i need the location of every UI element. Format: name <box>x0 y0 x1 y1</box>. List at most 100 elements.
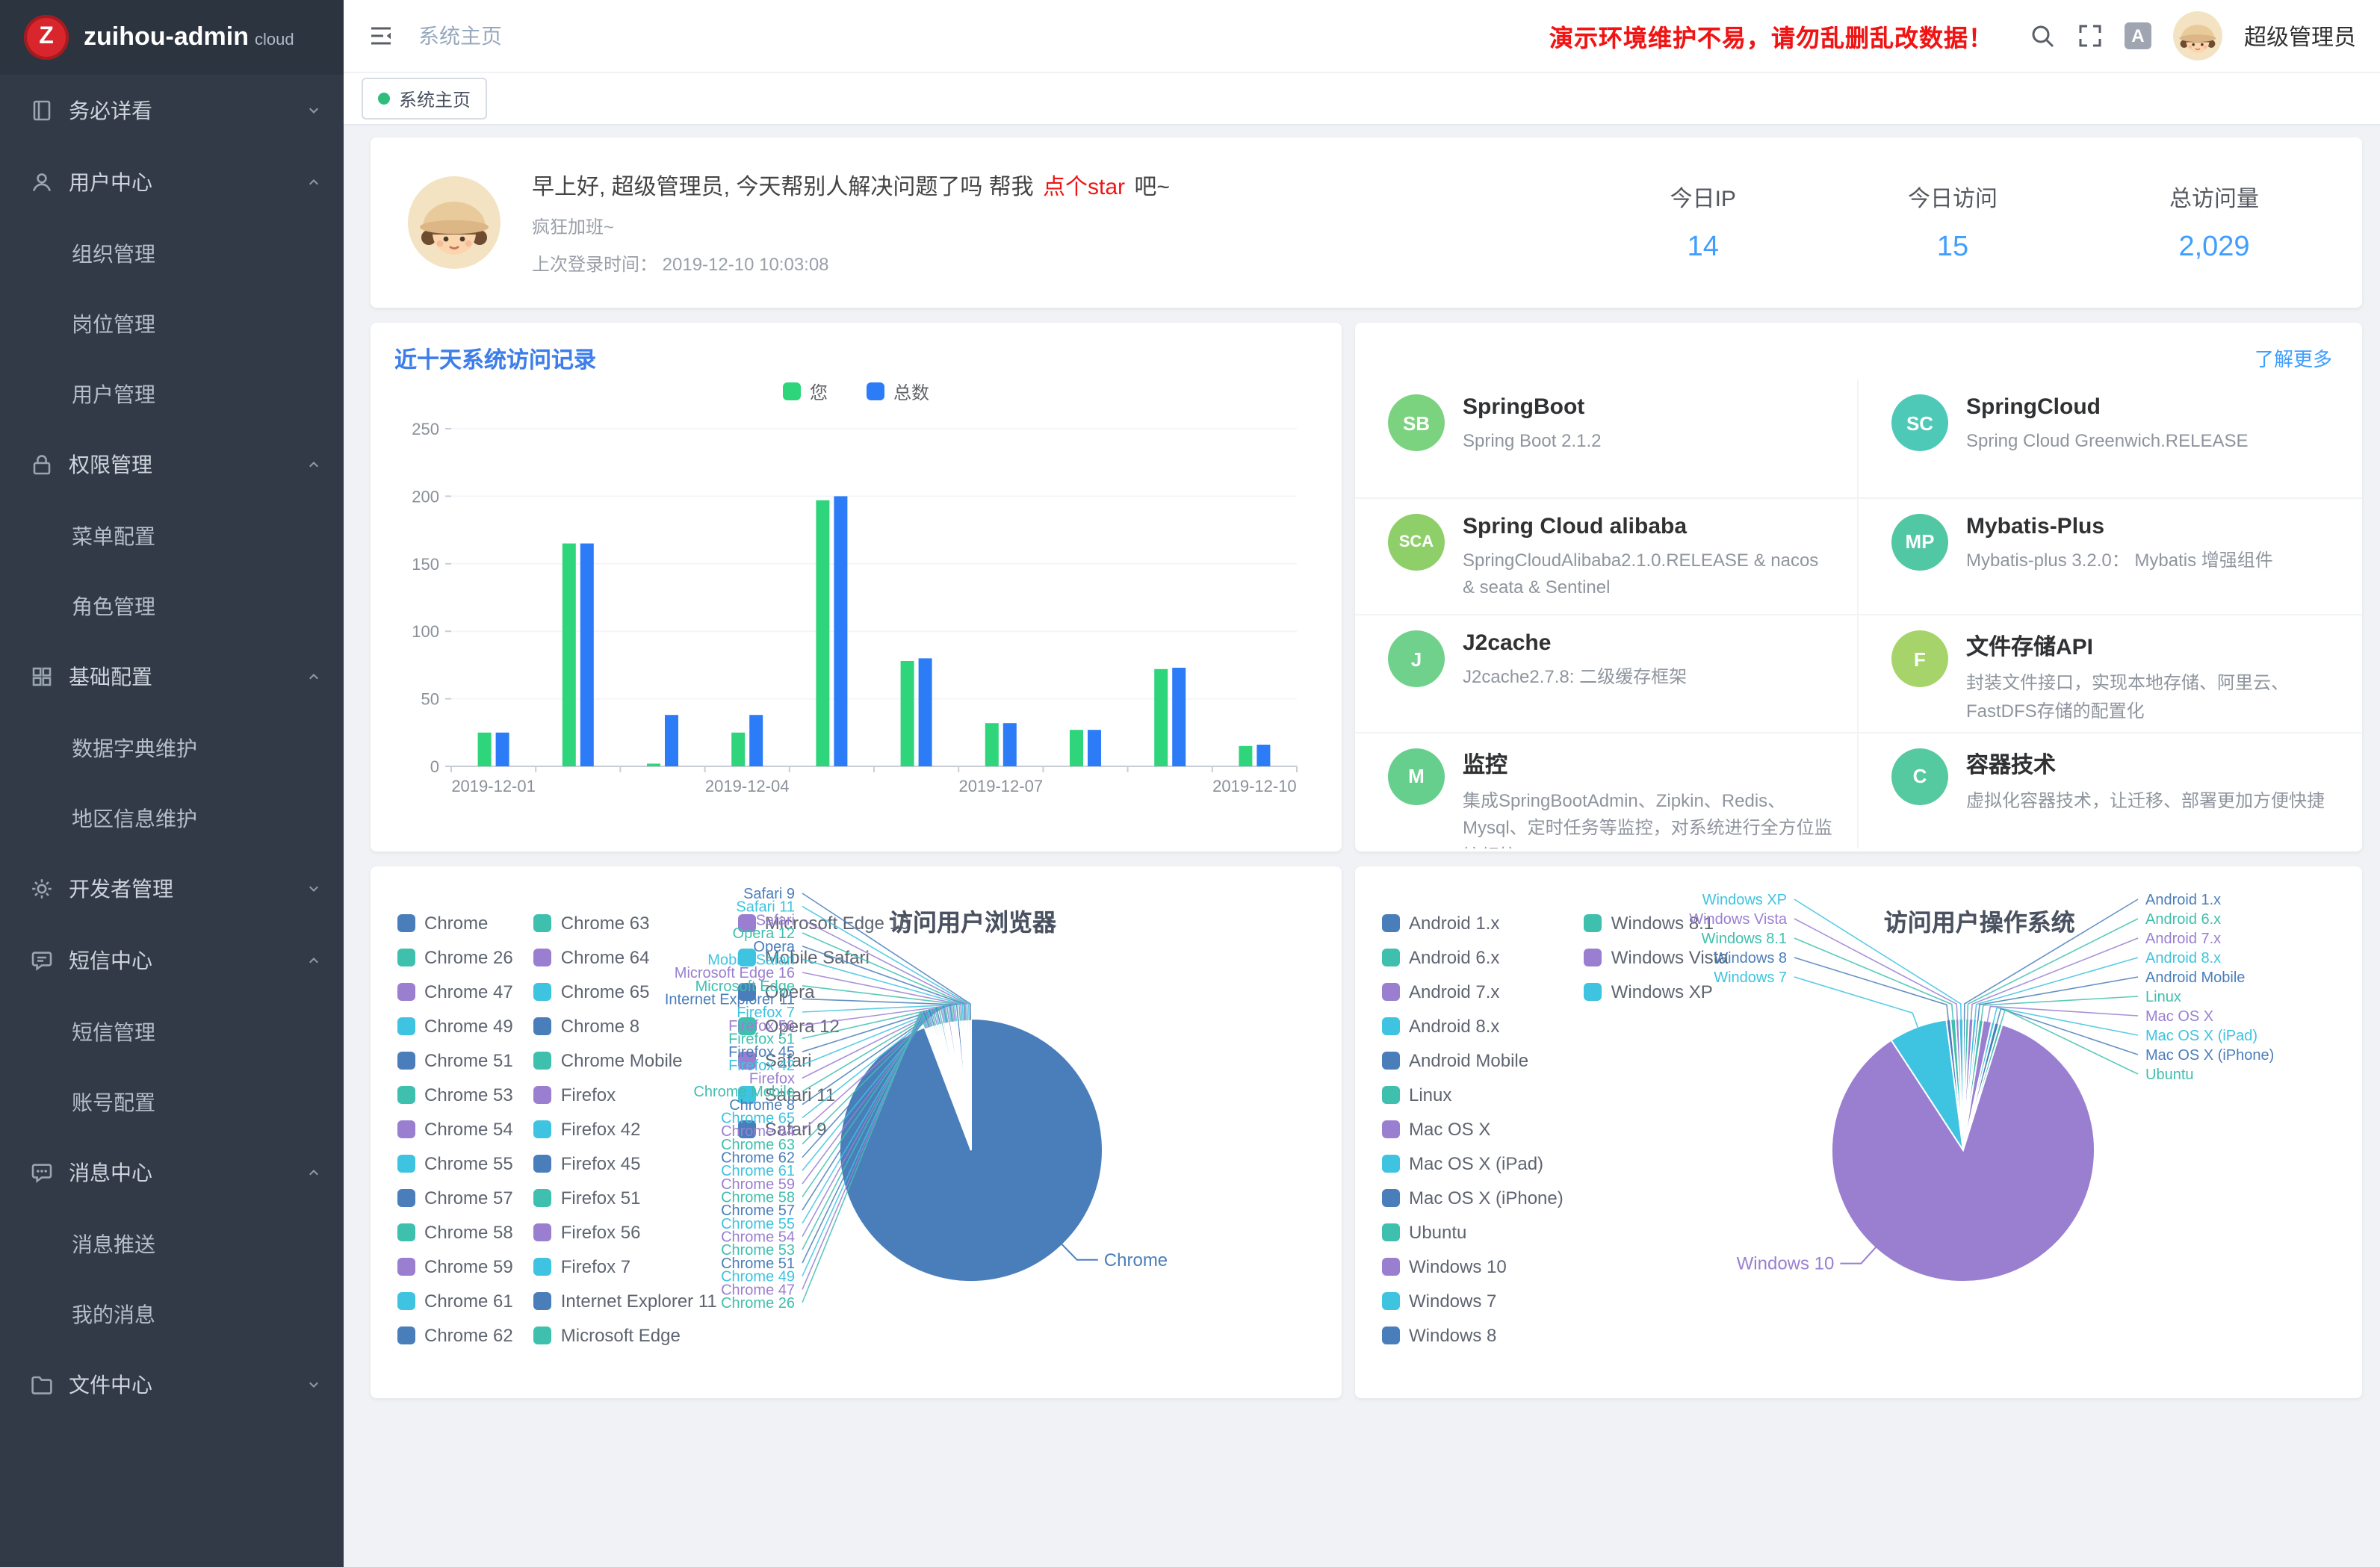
sidebar-subitem[interactable]: 岗位管理 <box>0 288 344 359</box>
legend-swatch <box>534 1051 552 1069</box>
legend-item[interactable]: Mac OS X (iPad) <box>1382 1146 1564 1180</box>
legend-item[interactable]: Chrome <box>397 905 513 940</box>
legend-item[interactable]: Chrome Mobile <box>534 1043 717 1077</box>
greeting-suffix: 吧~ <box>1128 174 1170 199</box>
legend-item[interactable]: Chrome 59 <box>397 1249 513 1283</box>
legend-item[interactable]: Chrome 64 <box>534 940 717 974</box>
legend-item[interactable]: Android 6.x <box>1382 940 1564 974</box>
legend-item[interactable]: Mac OS X (iPhone) <box>1382 1180 1564 1214</box>
search-icon[interactable] <box>2029 22 2056 49</box>
feature-item-1: SBSpringBootSpring Boot 2.1.2 <box>1355 379 1859 497</box>
sidebar-subitem[interactable]: 短信管理 <box>0 996 344 1067</box>
legend-item[interactable]: Ubuntu <box>1382 1214 1564 1249</box>
legend-item[interactable]: Android 7.x <box>1382 974 1564 1008</box>
sidebar-subitem[interactable]: 地区信息维护 <box>0 783 344 853</box>
svg-text:200: 200 <box>412 487 439 506</box>
sidebar-item-2[interactable]: 用户中心 <box>0 146 344 218</box>
sidebar-subitem[interactable]: 角色管理 <box>0 571 344 641</box>
legend-item[interactable]: Windows 10 <box>1382 1249 1564 1283</box>
legend-item[interactable]: Android 1.x <box>1382 905 1564 940</box>
legend-item[interactable]: Microsoft Edge <box>534 1318 717 1352</box>
sidebar-item-7[interactable]: 消息中心 <box>0 1137 344 1208</box>
legend-item[interactable]: Safari 11 <box>738 1077 909 1111</box>
legend-item[interactable]: Chrome 53 <box>397 1077 513 1111</box>
sidebar-item-6[interactable]: 短信中心 <box>0 925 344 996</box>
legend-label: Android 8.x <box>1409 1015 1499 1036</box>
legend-item[interactable]: Safari <box>738 1043 909 1077</box>
stat-value: 14 <box>1670 231 1736 264</box>
sidebar-item-label: 消息中心 <box>69 1158 290 1188</box>
legend-item[interactable]: Firefox <box>534 1077 717 1111</box>
legend-item[interactable]: Chrome 51 <box>397 1043 513 1077</box>
legend-item[interactable]: Mac OS X <box>1382 1111 1564 1146</box>
sidebar-subitem[interactable]: 用户管理 <box>0 359 344 429</box>
legend-item[interactable]: Opera 12 <box>738 1008 909 1043</box>
legend-item[interactable]: Firefox 45 <box>534 1146 717 1180</box>
legend-item[interactable]: Opera <box>738 974 909 1008</box>
learn-more-link[interactable]: 了解更多 <box>2255 344 2332 372</box>
sidebar-item-8[interactable]: 文件中心 <box>0 1349 344 1421</box>
legend-item[interactable]: Chrome 8 <box>534 1008 717 1043</box>
sidebar-subitem[interactable]: 组织管理 <box>0 218 344 288</box>
bar-legend-item-total[interactable]: 总数 <box>867 379 929 404</box>
legend-item[interactable]: Android Mobile <box>1382 1043 1564 1077</box>
legend-item[interactable]: Chrome 57 <box>397 1180 513 1214</box>
bar-chart-legend: 您 总数 <box>394 378 1318 405</box>
user-avatar[interactable] <box>2172 10 2223 61</box>
legend-item[interactable]: Android 8.x <box>1382 1008 1564 1043</box>
legend-item[interactable]: Windows 7 <box>1382 1283 1564 1318</box>
app-logo[interactable]: Z zuihou-admincloud <box>0 0 344 75</box>
legend-item[interactable]: Linux <box>1382 1077 1564 1111</box>
app-root: Z zuihou-admincloud 务必详看用户中心组织管理岗位管理用户管理… <box>0 0 2380 1567</box>
sidebar-item-3[interactable]: 权限管理 <box>0 429 344 500</box>
app-name-main: zuihou-admin <box>84 22 249 51</box>
sidebar-submenu: 消息推送我的消息 <box>0 1208 344 1349</box>
sidebar-item-4[interactable]: 基础配置 <box>0 641 344 713</box>
sidebar-subitem[interactable]: 我的消息 <box>0 1279 344 1349</box>
legend-item[interactable]: Chrome 62 <box>397 1318 513 1352</box>
feature-body: J2cacheJ2cache2.7.8: 二级缓存框架 <box>1463 630 1687 731</box>
legend-item[interactable]: Chrome 55 <box>397 1146 513 1180</box>
legend-item[interactable]: Windows 8.1 <box>1584 905 1729 940</box>
legend-label: Mobile Safari <box>765 946 870 967</box>
legend-item[interactable]: Firefox 51 <box>534 1180 717 1214</box>
legend-item[interactable]: Windows Vista <box>1584 940 1729 974</box>
legend-item[interactable]: Microsoft Edge 16 <box>738 905 909 940</box>
menu-fold-ic[interactable] <box>368 22 394 49</box>
legend-item[interactable]: Windows XP <box>1584 974 1729 1008</box>
legend-item[interactable]: Chrome 61 <box>397 1283 513 1318</box>
legend-item[interactable]: Firefox 56 <box>534 1214 717 1249</box>
sidebar-subitem[interactable]: 数据字典维护 <box>0 713 344 783</box>
legend-item[interactable]: Chrome 47 <box>397 974 513 1008</box>
bar-legend-item-you[interactable]: 您 <box>783 379 828 404</box>
legend-item[interactable]: Chrome 54 <box>397 1111 513 1146</box>
legend-item[interactable]: Chrome 26 <box>397 940 513 974</box>
tab-home[interactable]: 系统主页 <box>362 78 487 120</box>
user-name[interactable]: 超级管理员 <box>2244 20 2356 52</box>
legend-item[interactable]: Chrome 58 <box>397 1214 513 1249</box>
legend-item[interactable]: Firefox 42 <box>534 1111 717 1146</box>
legend-item[interactable]: Chrome 65 <box>534 974 717 1008</box>
star-link[interactable]: 点个star <box>1043 174 1125 199</box>
fullscreen-icon[interactable] <box>2077 22 2104 49</box>
legend-swatch <box>397 1085 415 1103</box>
legend-item[interactable]: Safari 9 <box>738 1111 909 1146</box>
sidebar-nav: 务必详看用户中心组织管理岗位管理用户管理权限管理菜单配置角色管理基础配置数据字典… <box>0 75 344 1421</box>
font-size-icon[interactable] <box>2125 22 2151 49</box>
legend-item[interactable]: Windows 8 <box>1382 1318 1564 1352</box>
sidebar-subitem[interactable]: 消息推送 <box>0 1208 344 1279</box>
features-grid: SBSpringBootSpring Boot 2.1.2SCSpringClo… <box>1355 379 2362 848</box>
legend-swatch <box>534 913 552 931</box>
sidebar-subitem[interactable]: 菜单配置 <box>0 500 344 571</box>
legend-item[interactable]: Mobile Safari <box>738 940 909 974</box>
chevron-down-icon <box>305 102 323 120</box>
sidebar-subitem[interactable]: 账号配置 <box>0 1067 344 1137</box>
legend-swatch <box>397 1257 415 1275</box>
legend-label: 您 <box>810 379 828 404</box>
legend-item[interactable]: Chrome 49 <box>397 1008 513 1043</box>
legend-item[interactable]: Firefox 7 <box>534 1249 717 1283</box>
legend-item[interactable]: Chrome 63 <box>534 905 717 940</box>
sidebar-item-1[interactable]: 务必详看 <box>0 75 344 146</box>
legend-item[interactable]: Internet Explorer 11 <box>534 1283 717 1318</box>
sidebar-item-5[interactable]: 开发者管理 <box>0 853 344 925</box>
